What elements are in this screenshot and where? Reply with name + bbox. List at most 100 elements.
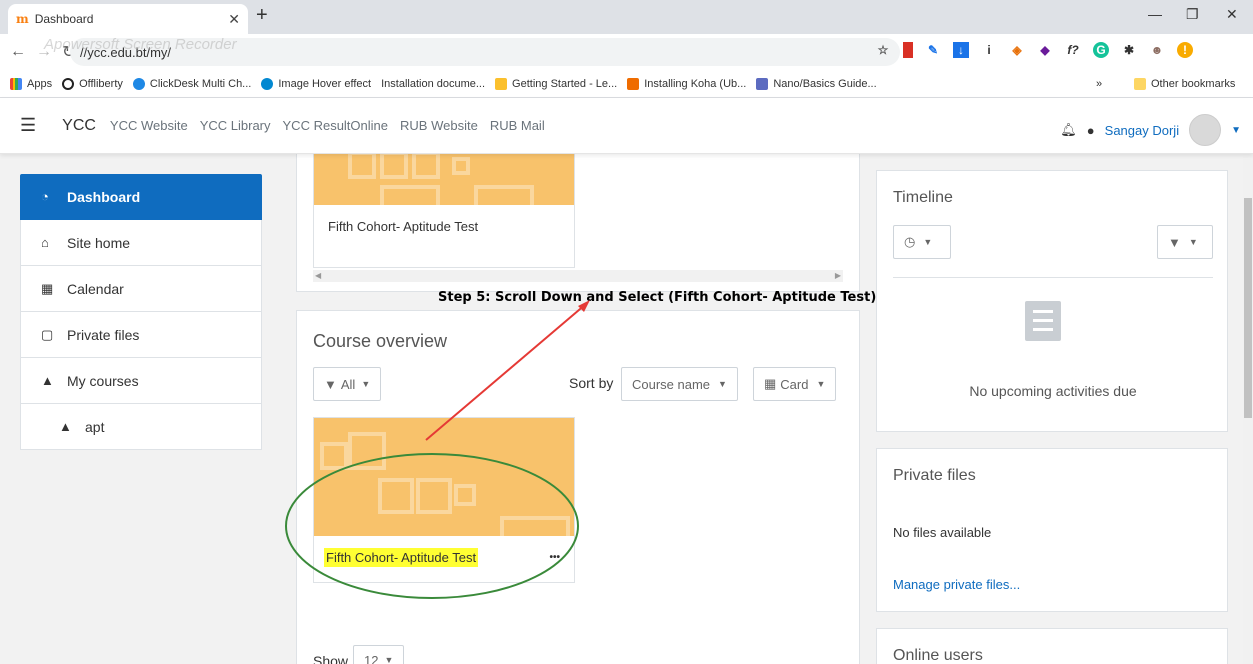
extension-red-icon[interactable]: [903, 42, 913, 58]
timeline-block: Timeline ◷ ▼ ▼ ▼ No upcoming activities du…: [876, 170, 1228, 432]
nav-link-ycc-resultonline[interactable]: YCC ResultOnline: [283, 118, 389, 133]
drawer-item-private-files[interactable]: ▢ Private files: [20, 312, 262, 358]
profile-icon[interactable]: ☻: [1149, 42, 1165, 58]
drawer-item-site-home[interactable]: ⌂ Site home: [20, 220, 262, 266]
user-name[interactable]: Sangay Dorji: [1105, 123, 1179, 138]
scrollbar-thumb[interactable]: [1244, 198, 1252, 418]
browser-toolbar: ← → ↻ //ycc.edu.bt/my/ Apowersoft Screen…: [0, 34, 1253, 70]
close-window-icon[interactable]: ✕: [1226, 6, 1238, 23]
browser-tab[interactable]: m Dashboard ✕: [8, 4, 248, 34]
extension-pen-icon[interactable]: ✎: [925, 42, 941, 58]
site-navbar: ☰ YCC YCC Website YCC Library YCC Result…: [0, 98, 1253, 154]
drawer-item-apt[interactable]: ▲ apt: [20, 404, 262, 450]
notification-bell-icon[interactable]: 🔔︎: [1060, 122, 1077, 138]
avatar[interactable]: [1189, 114, 1222, 146]
course-card[interactable]: Fifth Cohort- Aptitude Test •••: [313, 417, 575, 583]
bookmark-other[interactable]: Other bookmarks: [1134, 77, 1235, 90]
view-dropdown[interactable]: ▦ Card ▼: [753, 367, 837, 401]
bookmark-apps[interactable]: Apps: [10, 77, 52, 90]
power-icon: [62, 77, 75, 90]
horizontal-scrollbar[interactable]: ◀ ▶: [313, 270, 843, 282]
timeline-sort-filter[interactable]: ▼ ▼: [1157, 225, 1213, 259]
nav-link-rub-mail[interactable]: RUB Mail: [490, 118, 545, 133]
user-menu-area: 🔔︎ ● Sangay Dorji ▼: [1060, 114, 1241, 146]
user-menu-caret-icon[interactable]: ▼: [1231, 125, 1241, 136]
apps-grid-icon: [10, 77, 22, 90]
menu-toggle-icon[interactable]: ☰: [20, 115, 36, 136]
site-brand[interactable]: YCC: [62, 117, 96, 135]
restore-icon[interactable]: ❐: [1186, 6, 1199, 23]
graduation-cap-icon: ▲: [59, 419, 72, 434]
nav-link-ycc-library[interactable]: YCC Library: [200, 118, 271, 133]
nav-drawer: ◔ Dashboard ⌂ Site home ▦ Calendar ▢ Private…: [20, 174, 262, 450]
bookmark-nano[interactable]: Nano/Basics Guide...: [756, 77, 877, 90]
bookmark-clickdesk[interactable]: ClickDesk Multi Ch...: [132, 77, 251, 90]
address-bar[interactable]: //ycc.edu.bt/my/: [70, 38, 900, 66]
drawer-item-dashboard[interactable]: ◔ Dashboard: [20, 174, 262, 220]
course-name[interactable]: Fifth Cohort- Aptitude Test: [324, 548, 479, 567]
moodle-favicon-icon: m: [16, 12, 29, 26]
extension-icons: ☆ ✎ ↓ i ◈ ◆ f? G ✱ ☻ !: [875, 42, 1193, 58]
url-text: //ycc.edu.bt/my/: [80, 44, 172, 60]
extension-grammarly-icon[interactable]: G: [1093, 42, 1109, 58]
file-icon: ▢: [41, 326, 54, 342]
recent-course-card[interactable]: Fifth Cohort- Aptitude Test: [313, 154, 575, 268]
filter-dropdown[interactable]: ▼ All ▼: [313, 367, 382, 401]
extension-tag-icon[interactable]: ◈: [1009, 42, 1025, 58]
sort-by-label: Sort by: [569, 375, 614, 391]
course-image: [314, 418, 574, 536]
nano-icon: [756, 77, 769, 90]
timeline-empty-message: No upcoming activities due: [969, 383, 1137, 399]
page-scrollbar[interactable]: [1243, 154, 1253, 664]
nav-link-rub-website[interactable]: RUB Website: [400, 118, 478, 133]
tab-title: Dashboard: [34, 12, 94, 26]
dashboard-icon: ◔: [41, 189, 49, 204]
chat-bubble-icon: [132, 77, 145, 90]
private-files-empty: No files available: [893, 525, 992, 540]
extension-cap-icon[interactable]: ◆: [1037, 42, 1053, 58]
bookmark-getting-started[interactable]: Getting Started - Le...: [495, 77, 617, 90]
extensions-puzzle-icon[interactable]: ✱: [1121, 42, 1137, 58]
star-bookmark-icon[interactable]: ☆: [875, 42, 891, 58]
forward-icon[interactable]: →: [36, 43, 52, 61]
sort-dropdown[interactable]: Course name ▼: [621, 367, 738, 401]
browser-tab-strip: m Dashboard ✕ + — ❐ ✕: [0, 0, 1253, 34]
site-icon: [261, 77, 274, 90]
sort-filter-icon: ▼: [1168, 234, 1181, 250]
hat-icon: [495, 77, 508, 90]
bookmarks-overflow[interactable]: »: [1096, 78, 1102, 90]
new-tab-button[interactable]: +: [256, 4, 268, 27]
course-image: [314, 154, 574, 205]
extension-download-icon[interactable]: ↓: [953, 42, 969, 58]
minimize-icon[interactable]: —: [1148, 6, 1162, 22]
tutorial-annotation-text: Step 5: Scroll Down and Select (Fifth Co…: [438, 290, 877, 305]
page-content: ◔ Dashboard ⌂ Site home ▦ Calendar ▢ Private…: [0, 154, 1253, 664]
nav-link-ycc-website[interactable]: YCC Website: [110, 118, 188, 133]
recent-course-name[interactable]: Fifth Cohort- Aptitude Test: [314, 205, 574, 248]
drawer-item-my-courses[interactable]: ▲ My courses: [20, 358, 262, 404]
update-alert-icon[interactable]: !: [1177, 42, 1193, 58]
bookmark-image-hover[interactable]: Image Hover effect: [261, 77, 371, 90]
online-users-title: Online users: [893, 647, 983, 664]
calendar-icon: ▦: [41, 280, 54, 296]
extension-function-icon[interactable]: f?: [1065, 42, 1081, 58]
extension-info-icon[interactable]: i: [981, 42, 997, 58]
show-label: Show: [313, 653, 349, 664]
messages-icon[interactable]: ●: [1087, 123, 1095, 138]
bookmark-offliberty[interactable]: Offliberty: [62, 77, 123, 90]
page-size-dropdown[interactable]: 12 ▼: [353, 645, 405, 664]
bookmark-koha[interactable]: Installing Koha (Ub...: [627, 77, 746, 90]
timeline-date-filter[interactable]: ◷ ▼: [893, 225, 951, 259]
manage-private-files-link[interactable]: Manage private files...: [893, 577, 1020, 592]
private-files-block: Private files No files available Manage …: [876, 448, 1228, 612]
drawer-item-calendar[interactable]: ▦ Calendar: [20, 266, 262, 312]
course-actions-menu-icon[interactable]: •••: [549, 552, 560, 563]
clock-icon: ◷: [904, 234, 916, 249]
bookmark-installation[interactable]: Installation docume...: [381, 78, 485, 90]
close-tab-icon[interactable]: ✕: [228, 11, 240, 28]
recent-courses-block: Fifth Cohort- Aptitude Test ◀ ▶: [296, 154, 860, 292]
folder-icon: [1134, 77, 1146, 90]
empty-list-icon: [1025, 301, 1061, 341]
graduation-cap-icon: ▲: [41, 373, 54, 388]
back-icon[interactable]: ←: [10, 43, 26, 61]
